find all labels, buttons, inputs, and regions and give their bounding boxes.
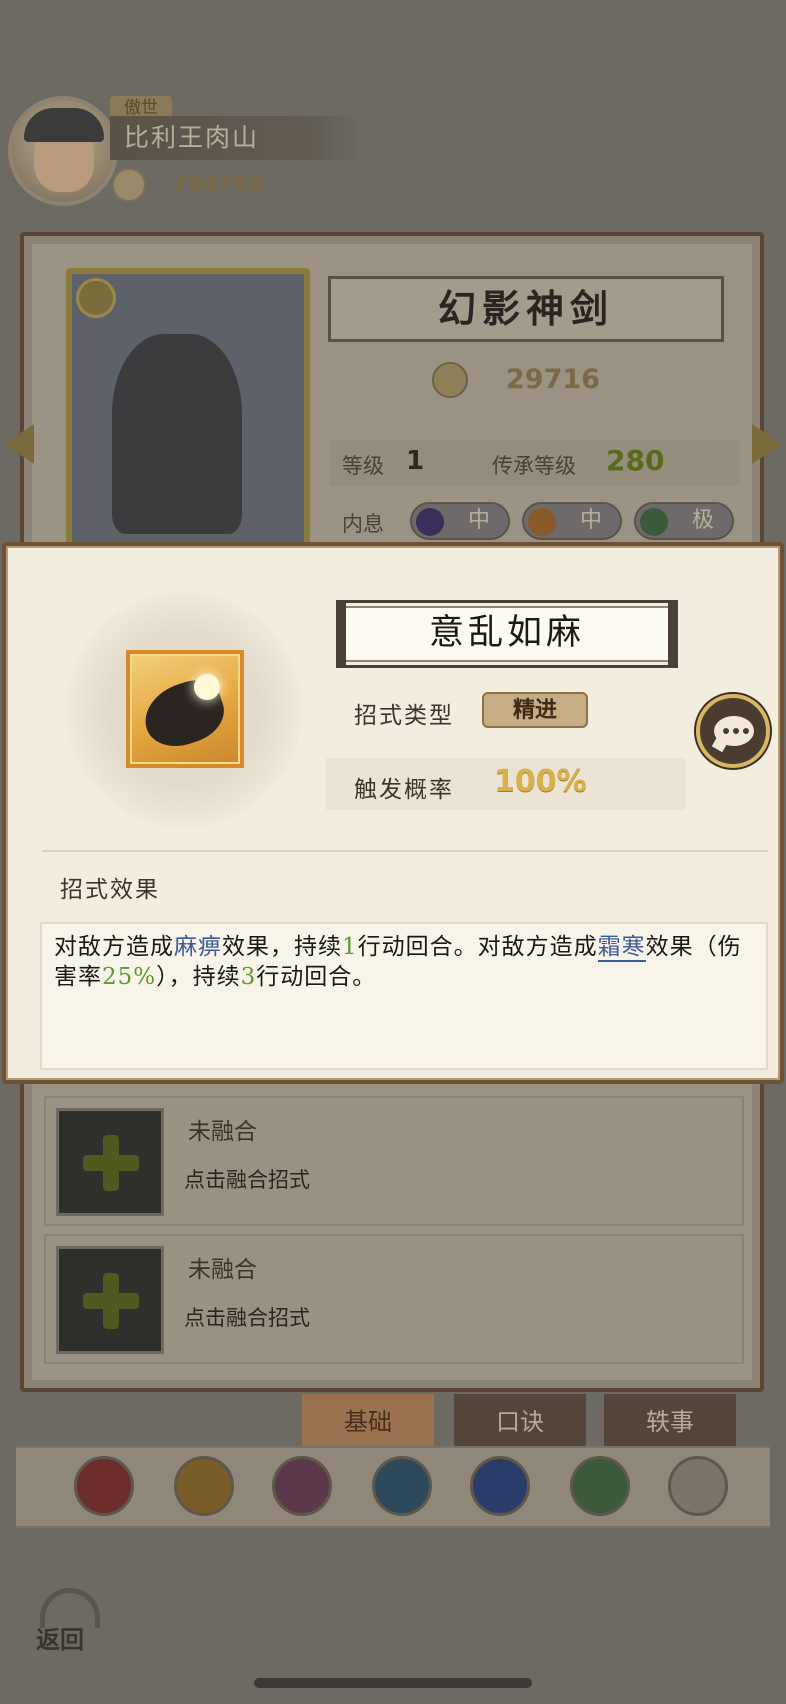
level-label: 等级 [342, 454, 384, 478]
neixi-pill-3-label: 极 [691, 508, 714, 533]
category-icon-7[interactable] [668, 1456, 728, 1516]
skill-detail-popup: 意乱如麻 招式类型 精进 触发概率 100% 招式效果 对敌方造成麻痹效果，持续… [2, 542, 784, 1084]
skill-name: 意乱如麻 [336, 600, 678, 668]
back-button[interactable]: 返回 [32, 1580, 112, 1660]
fusion-slot-title: 未融合 [188, 1257, 257, 1283]
category-icon-3[interactable] [272, 1456, 332, 1516]
effect-box: 对敌方造成麻痹效果，持续1行动回合。对敌方造成霜寒效果（伤害率25%），持续3行… [40, 922, 768, 1070]
skill-type-label: 招式类型 [354, 703, 454, 729]
sword-emblem-icon [76, 278, 116, 318]
skill-type-tag: 精进 [482, 692, 588, 728]
neixi-pill-1[interactable]: 中 [410, 502, 510, 540]
crescent-icon [640, 508, 668, 536]
effect-text: 对敌方造成麻痹效果，持续1行动回合。对敌方造成霜寒效果（伤害率25%），持续3行… [54, 932, 758, 992]
power-icon [112, 168, 146, 202]
weapon-power-icon [432, 362, 468, 398]
inherit-level-value: 280 [606, 444, 665, 477]
chat-dot [723, 728, 729, 734]
category-icon-2[interactable] [174, 1456, 234, 1516]
fusion-add-box [56, 1108, 164, 1216]
neixi-label: 内息 [342, 512, 384, 536]
next-weapon-arrow-icon[interactable] [752, 424, 782, 464]
effect-heading: 招式效果 [60, 877, 160, 903]
duration-value: 3 [240, 964, 257, 990]
neixi-pill-1-label: 中 [467, 508, 490, 533]
swordsman-figure [112, 334, 242, 534]
neixi-pill-2[interactable]: 中 [522, 502, 622, 540]
lightning-spark-icon [194, 674, 220, 700]
keyword-paralysis[interactable]: 麻痹 [174, 934, 222, 960]
weapon-name: 幻影神剑 [328, 276, 724, 342]
neixi-pill-2-label: 中 [579, 508, 602, 533]
neixi-pill-3[interactable]: 极 [634, 502, 734, 540]
player-power: 794756 [172, 172, 264, 197]
comment-button[interactable] [696, 694, 770, 768]
skill-icon [126, 650, 244, 768]
back-label: 返回 [36, 1625, 84, 1654]
category-icon-6[interactable] [570, 1456, 630, 1516]
fusion-slot-hint: 点击融合招式 [184, 1306, 310, 1330]
popup-divider [42, 850, 768, 852]
category-icon-1[interactable] [74, 1456, 134, 1516]
damage-rate-value: 25% [102, 964, 157, 990]
moon-icon [416, 508, 444, 536]
fusion-slot-hint: 点击融合招式 [184, 1168, 310, 1192]
plus-icon-vertical [103, 1273, 119, 1329]
weapon-portrait [66, 268, 310, 548]
effect-text-part: 行动回合。 [256, 964, 377, 990]
chat-dot [733, 728, 739, 734]
chat-dot [743, 728, 749, 734]
home-indicator [254, 1678, 532, 1688]
inherit-level-label: 传承等级 [492, 454, 576, 478]
effect-text-part: ），持续 [156, 964, 241, 990]
sun-icon [528, 508, 556, 536]
duration-value: 1 [342, 934, 358, 960]
keyword-frost[interactable]: 霜寒 [597, 934, 646, 962]
category-icon-4[interactable] [372, 1456, 432, 1516]
effect-text-part: 行动回合。对敌方造成 [357, 934, 598, 960]
fusion-slot-1[interactable]: 未融合 点击融合招式 [44, 1096, 744, 1226]
fusion-slot-title: 未融合 [188, 1119, 257, 1145]
weapon-power: 29716 [506, 364, 600, 395]
prev-weapon-arrow-icon[interactable] [4, 424, 34, 464]
trigger-chance-value: 100% [494, 764, 587, 799]
level-value: 1 [406, 446, 425, 476]
player-avatar[interactable] [8, 96, 118, 206]
fusion-slot-2[interactable]: 未融合 点击融合招式 [44, 1234, 744, 1364]
avatar-hat [24, 108, 104, 142]
level-row: 等级 1 传承等级 280 [330, 440, 740, 486]
category-icon-5[interactable] [470, 1456, 530, 1516]
fusion-add-box [56, 1246, 164, 1354]
effect-text-part: 对敌方造成 [54, 934, 174, 960]
trigger-chance-label: 触发概率 [354, 777, 454, 803]
effect-text-part: 效果，持续 [222, 934, 342, 960]
trigger-chance-row: 触发概率 100% [326, 758, 686, 810]
name-frame-left [336, 600, 346, 668]
name-frame-right [668, 600, 678, 668]
plus-icon-vertical [103, 1135, 119, 1191]
player-name: 比利王肉山 [110, 116, 360, 160]
